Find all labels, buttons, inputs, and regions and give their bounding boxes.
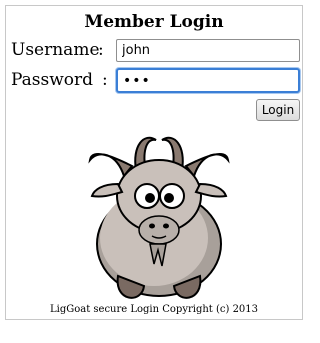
- password-colon: :: [102, 70, 108, 90]
- password-label: Password: [11, 70, 94, 90]
- login-button[interactable]: Login: [256, 99, 300, 121]
- username-colon: :: [98, 40, 104, 60]
- login-panel: Member Login Username : Password : Login: [5, 5, 303, 320]
- page-title: Member Login: [84, 12, 224, 32]
- goat-mascot-icon: [88, 136, 230, 299]
- password-field[interactable]: [116, 68, 300, 93]
- username-label: Username: [11, 40, 100, 60]
- username-field[interactable]: [116, 39, 300, 62]
- copyright-footer: LigGoat secure Login Copyright (c) 2013: [49, 304, 259, 315]
